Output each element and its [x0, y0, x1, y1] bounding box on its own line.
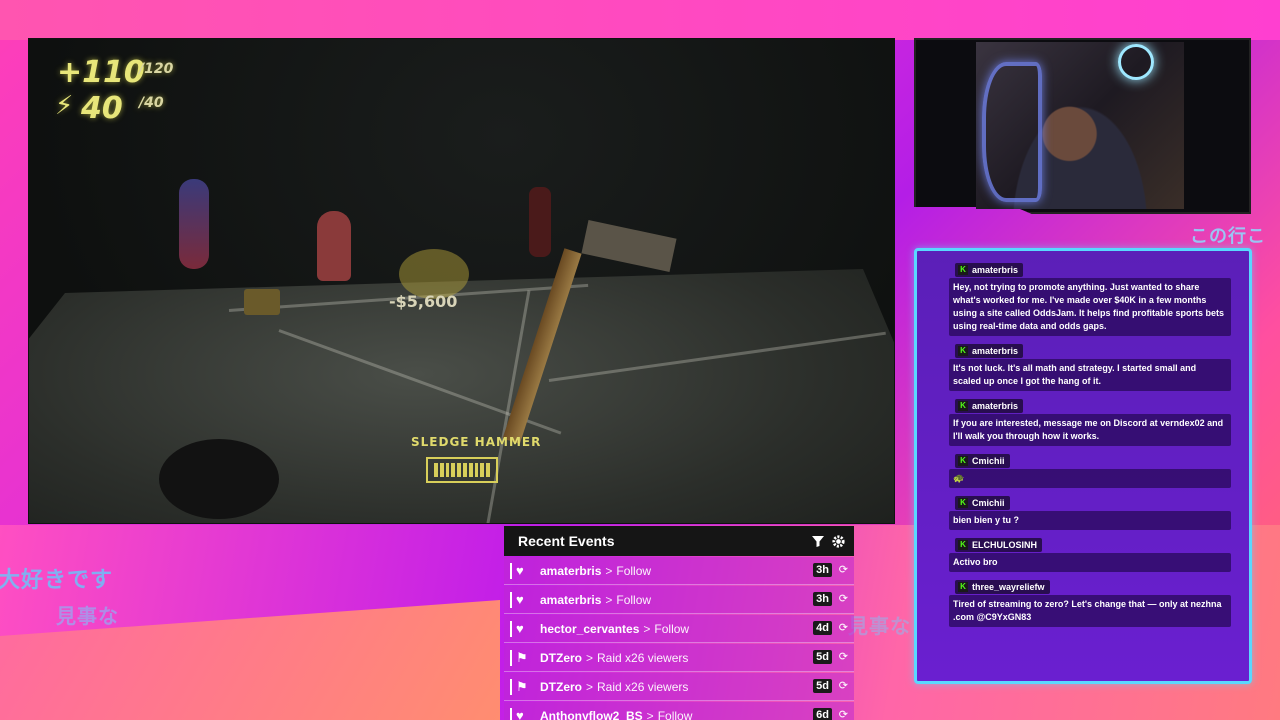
chat-message: K ELCHULOSINH Activo bro: [949, 534, 1231, 572]
event-user: DTZero: [540, 679, 582, 694]
event-action: Raid x26 viewers: [597, 650, 689, 665]
heart-icon: ♥: [516, 563, 524, 578]
event-time: 4d: [813, 621, 832, 635]
chat-username: K ELCHULOSINH: [955, 538, 1042, 552]
event-row[interactable]: ♥ amaterbris > Follow 3h ⟳: [504, 586, 854, 614]
health-max: /120: [139, 61, 174, 77]
event-time: 3h: [813, 563, 832, 577]
event-user: DTZero: [540, 650, 582, 665]
event-time: 5d: [813, 650, 832, 664]
replay-icon[interactable]: ⟳: [839, 592, 848, 605]
raid-icon: ⚑: [516, 678, 528, 694]
kick-badge-icon: K: [958, 346, 968, 356]
chat-message: K Cmichii bien bien y tu ?: [949, 492, 1231, 530]
webcam-feed: [976, 42, 1184, 209]
replay-icon[interactable]: ⟳: [839, 708, 848, 720]
event-action: Follow: [654, 621, 690, 636]
chat-text: bien bien y tu ?: [949, 511, 1231, 530]
event-action: Follow: [657, 708, 693, 720]
event-action: Raid x26 viewers: [597, 679, 689, 694]
recent-events-panel: Recent Events ♥ amaterbris > Follow 3h ⟳ ♥ …: [504, 526, 854, 720]
kick-badge-icon: K: [958, 401, 968, 411]
recent-events-header: Recent Events: [504, 526, 854, 556]
kick-badge-icon: K: [958, 540, 968, 550]
chair-glow: [982, 62, 1042, 202]
replay-icon[interactable]: ⟳: [839, 621, 848, 634]
crate: [244, 289, 280, 315]
enemy-sprite: [179, 179, 209, 269]
chat-username: K Cmichii: [955, 454, 1010, 468]
chat-message: Kthree_wayreliefw Tired of streaming to …: [949, 576, 1231, 627]
kick-badge-icon: K: [958, 498, 968, 508]
money-popup: -$5,600: [389, 292, 458, 311]
heart-icon: ♥: [516, 621, 524, 636]
chat-message: Kamaterbris If you are interested, messa…: [949, 395, 1231, 446]
chat-text: 🐢: [949, 469, 1231, 488]
kick-badge-icon: K: [958, 265, 968, 275]
event-user: amaterbris: [540, 563, 602, 578]
event-time: 5d: [813, 679, 832, 693]
event-user: amaterbris: [540, 592, 602, 607]
chat-username: Kthree_wayreliefw: [955, 580, 1050, 594]
raid-icon: ⚑: [516, 649, 528, 665]
event-time: 3h: [813, 592, 832, 606]
event-action: Follow: [616, 563, 652, 578]
chat-text: It's not luck. It's all math and strateg…: [949, 359, 1231, 391]
chat-username: Kamaterbris: [955, 399, 1024, 413]
overlay-jp-text-1: 大好きです: [0, 568, 114, 593]
event-user: hector_cervantes: [540, 621, 640, 636]
chat-message: K Cmichii 🐢: [949, 450, 1231, 488]
overlay-jp-text-3: 見事な: [848, 614, 911, 638]
event-user: Anthonyflow2_BS: [540, 708, 643, 720]
gear-icon[interactable]: [831, 534, 846, 549]
weapon-name: SLEDGE HAMMER: [411, 435, 542, 449]
game-capture: +110 /120 ⚡ 40 /40 -$5,600 SLEDGE HAMMER: [28, 38, 895, 524]
energy-icon: ⚡: [55, 91, 74, 121]
chat-username: Kamaterbris: [955, 263, 1024, 277]
replay-icon[interactable]: ⟳: [839, 679, 848, 692]
chat-text: Activo bro: [949, 553, 1231, 572]
event-time: 6d: [813, 708, 832, 720]
chat-text: Tired of streaming to zero? Let's change…: [949, 595, 1231, 627]
kick-badge-icon: K: [958, 456, 968, 466]
event-row[interactable]: ⚑ DTZero > Raid x26 viewers 5d ⟳: [504, 644, 854, 672]
recent-events-title: Recent Events: [518, 533, 615, 549]
event-row[interactable]: ⚑ DTZero > Raid x26 viewers 5d ⟳: [504, 673, 854, 701]
filter-icon[interactable]: [811, 534, 825, 548]
replay-icon[interactable]: ⟳: [839, 650, 848, 663]
chat-text: Hey, not trying to promote anything. Jus…: [949, 278, 1231, 336]
chat-username: Kamaterbris: [955, 344, 1024, 358]
event-row[interactable]: ♥ Anthonyflow2_BS > Follow 6d ⟳: [504, 702, 854, 720]
heart-icon: ♥: [516, 708, 524, 720]
background-band-top: [0, 0, 1280, 40]
chat-message: Kamaterbris Hey, not trying to promote a…: [949, 259, 1231, 336]
event-row[interactable]: ♥ hector_cervantes > Follow 4d ⟳: [504, 615, 854, 643]
ring-light: [1118, 44, 1154, 80]
replay-icon[interactable]: ⟳: [839, 563, 848, 576]
chat-message: Kamaterbris It's not luck. It's all math…: [949, 340, 1231, 391]
chat-text: If you are interested, message me on Dis…: [949, 414, 1231, 446]
weapon-durability-bar: [426, 457, 498, 483]
event-action: Follow: [616, 592, 652, 607]
heart-icon: ♥: [516, 592, 524, 607]
chat-username: K Cmichii: [955, 496, 1010, 510]
event-row[interactable]: ♥ amaterbris > Follow 3h ⟳: [504, 557, 854, 585]
overlay-jp-text-4: この行こ: [1190, 226, 1266, 247]
player-hand: [159, 439, 279, 519]
hammer-head: [581, 220, 677, 272]
energy-max: /40: [139, 95, 164, 111]
enemy-sprite: [317, 211, 351, 281]
chat-panel: Kamaterbris Hey, not trying to promote a…: [914, 248, 1252, 684]
overlay-jp-text-2: 見事な: [56, 604, 119, 628]
energy-value: 40: [81, 91, 123, 126]
enemy-sprite: [529, 187, 551, 257]
health-value: +110: [57, 55, 145, 90]
kick-badge-icon: K: [958, 582, 968, 592]
